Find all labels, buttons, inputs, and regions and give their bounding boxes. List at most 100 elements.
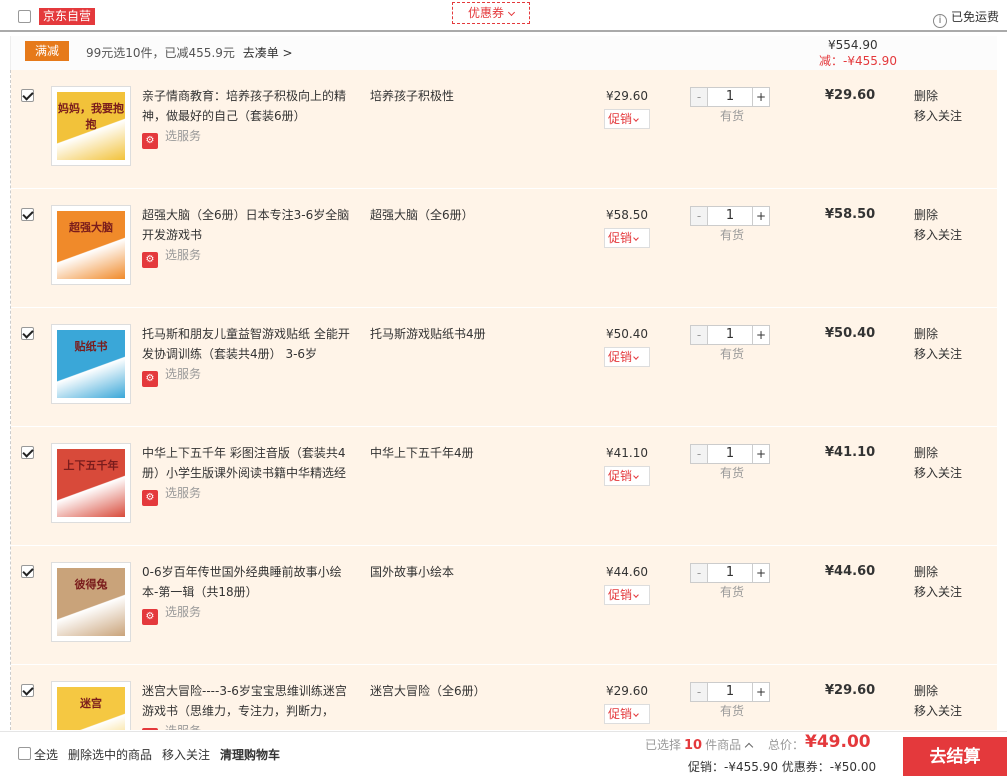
product-thumbnail[interactable]: 妈妈，我要抱抱 [51,86,131,166]
promo-dropdown[interactable]: 促销 [604,347,650,367]
product-spec: 中华上下五千年4册 [370,446,474,460]
move-to-follow-link[interactable]: 移入关注 [914,106,962,126]
delete-item-link[interactable]: 删除 [914,443,962,463]
clear-cart-link[interactable]: 清理购物车 [220,746,280,763]
item-select-checkbox[interactable] [21,565,34,578]
move-to-follow-link[interactable]: 移入关注 [914,582,962,602]
delete-item-link[interactable]: 删除 [914,205,962,225]
quantity-decrease-button[interactable]: - [691,445,708,463]
delete-item-link[interactable]: 删除 [914,562,962,582]
quantity-input[interactable]: 1 [708,445,752,463]
item-select-checkbox[interactable] [21,208,34,221]
shop-tag[interactable]: 京东自营 [39,8,96,25]
select-service-link[interactable]: ⚙ 选服务 [142,603,201,625]
promo-dropdown[interactable]: 促销 [604,466,650,486]
quantity-decrease-button[interactable]: - [691,683,708,701]
quantity-increase-button[interactable]: + [752,564,769,582]
promo-total: ¥554.90 减：-¥455.90 [819,38,897,69]
cover-text: 贴纸书 [74,340,108,353]
coupon-button[interactable]: 优惠券 [452,2,530,24]
item-actions: 删除 移入关注 [914,324,962,364]
product-thumbnail[interactable]: 超强大脑 [51,205,131,285]
delete-selected-link[interactable]: 删除选中的商品 [68,746,152,763]
free-shipping-note: i 已免运费 [932,8,999,28]
select-service-label: 选服务 [165,248,202,262]
quantity-increase-button[interactable]: + [752,683,769,701]
quantity-input[interactable]: 1 [708,326,752,344]
select-service-link[interactable]: ⚙ 选服务 [142,127,202,149]
select-service-link[interactable]: ⚙ 选服务 [142,722,201,730]
quantity-input[interactable]: 1 [708,683,752,701]
quantity-input[interactable]: 1 [708,207,752,225]
unit-price: ¥50.40 [606,327,648,341]
product-cover-image: 妈妈，我要抱抱 [57,92,125,160]
selected-suffix: 件商品 [705,738,742,752]
item-select-checkbox[interactable] [21,89,34,102]
quantity-decrease-button[interactable]: - [691,207,708,225]
quantity-decrease-button[interactable]: - [691,88,708,106]
product-thumbnail[interactable]: 上下五千年 [51,443,131,523]
move-to-follow-link[interactable]: 移入关注 [162,746,210,763]
quantity-increase-button[interactable]: + [752,88,769,106]
select-service-label: 选服务 [165,129,202,143]
item-subtotal: ¥58.50 [825,207,876,222]
product-thumbnail[interactable]: 贴纸书 [51,324,131,404]
move-to-follow-link[interactable]: 移入关注 [914,701,962,721]
product-cover-image: 彼得兔 [57,568,125,636]
promo-dropdown[interactable]: 促销 [604,704,650,724]
item-subtotal: ¥50.40 [825,326,876,341]
product-thumbnail[interactable]: 彼得兔 [51,562,131,642]
quantity-increase-button[interactable]: + [752,207,769,225]
item-select-checkbox[interactable] [21,446,34,459]
unit-price: ¥29.60 [606,684,648,698]
select-all-checkbox[interactable] [18,747,31,760]
quantity-input[interactable]: 1 [708,88,752,106]
product-thumbnail[interactable]: 迷宫 [51,681,131,730]
promo-dropdown[interactable]: 促销 [604,109,650,129]
select-all-label[interactable]: 全选 [34,746,58,763]
promo-dropdown-label: 促销 [608,231,633,245]
select-service-label: 选服务 [165,724,201,730]
move-to-follow-link[interactable]: 移入关注 [914,225,962,245]
unit-price: ¥44.60 [606,565,648,579]
quantity-input[interactable]: 1 [708,564,752,582]
promo-dropdown[interactable]: 促销 [604,228,650,248]
service-icon: ⚙ [142,371,158,387]
product-title-link[interactable]: 中华上下五千年 彩图注音版（套装共4册）小学生版课外阅读书籍中华精选经 [142,443,357,483]
select-service-link[interactable]: ⚙ 选服务 [142,246,202,268]
selected-count-info[interactable]: 已选择 10 件商品 [645,736,754,753]
shop-select-checkbox[interactable] [18,10,31,23]
product-title-link[interactable]: 亲子情商教育：培养孩子积极向上的精神，做最好的自己（套装6册） [142,86,357,126]
product-title-link[interactable]: 超强大脑（全6册）日本专注3-6岁全脑开发游戏书 [142,205,357,245]
select-service-label: 选服务 [165,486,202,500]
promo-tag: 满减 [25,41,70,61]
item-select-checkbox[interactable] [21,327,34,340]
checkout-button[interactable]: 去结算 [903,737,1007,776]
cart-item-list: 妈妈，我要抱抱 亲子情商教育：培养孩子积极向上的精神，做最好的自己（套装6册） … [10,70,997,730]
unit-price: ¥58.50 [606,208,648,222]
delete-item-link[interactable]: 删除 [914,681,962,701]
move-to-follow-link[interactable]: 移入关注 [914,463,962,483]
quantity-decrease-button[interactable]: - [691,326,708,344]
cover-text: 上下五千年 [63,459,119,472]
chevron-down-icon [633,592,639,598]
info-icon[interactable]: i [932,14,947,28]
select-service-link[interactable]: ⚙ 选服务 [142,365,201,387]
product-title-link[interactable]: 迷宫大冒险----3-6岁宝宝思维训练迷宫游戏书（思维力，专注力，判断力， [142,681,357,721]
item-select-checkbox[interactable] [21,684,34,697]
move-to-follow-link[interactable]: 移入关注 [914,344,962,364]
promo-row: 满减 99元选10件，已减455.9元 去凑单 > ¥554.90 减：-¥45… [10,36,997,70]
cart-item-row: 迷宫 迷宫大冒险----3-6岁宝宝思维训练迷宫游戏书（思维力，专注力，判断力，… [11,665,997,730]
delete-item-link[interactable]: 删除 [914,86,962,106]
product-title-link[interactable]: 0-6岁百年传世国外经典睡前故事小绘本-第一辑（共18册） [142,562,357,602]
quantity-decrease-button[interactable]: - [691,564,708,582]
select-service-link[interactable]: ⚙ 选服务 [142,484,202,506]
unit-price: ¥41.10 [606,446,648,460]
product-title-link[interactable]: 托马斯和朋友儿童益智游戏贴纸 全能开发协调训练（套装共4册） 3-6岁 [142,324,357,364]
delete-item-link[interactable]: 删除 [914,324,962,344]
promo-add-more-link[interactable]: 去凑单 > [243,46,293,60]
quantity-increase-button[interactable]: + [752,445,769,463]
quantity-increase-button[interactable]: + [752,326,769,344]
promo-dropdown[interactable]: 促销 [604,585,650,605]
service-icon: ⚙ [142,609,158,625]
